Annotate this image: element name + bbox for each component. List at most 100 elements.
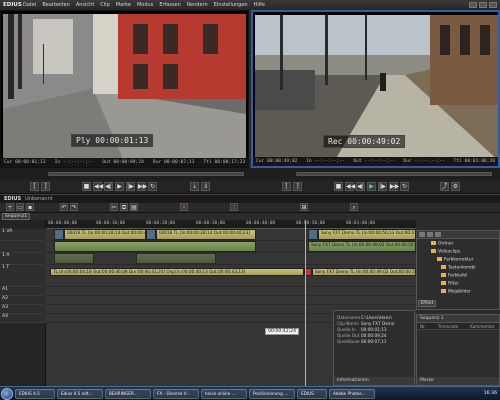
clip-video[interactable]: 00018 TL [In:00:00:28;14 Out:00:00:40;23… [156, 229, 256, 240]
play-icon[interactable]: ▶ [115, 182, 124, 191]
open-icon[interactable]: ▭ [16, 203, 24, 211]
bin-folder[interactable]: Videoclips [431, 249, 460, 255]
column-header[interactable]: Kommentar [470, 323, 494, 329]
track-header-1va-audio[interactable] [0, 241, 46, 253]
split-icon[interactable]: ⫶ [230, 203, 238, 211]
clip-audio[interactable] [54, 241, 256, 252]
taskbar-item[interactable]: BEHRINGER... [105, 388, 151, 399]
clip-audio[interactable] [54, 253, 94, 264]
clip-title[interactable]: TL [In:00:00:04;18 Out:00:00:46;08 Dur:0… [50, 268, 304, 276]
menu-item-ansicht[interactable]: Ansicht [73, 2, 97, 8]
bin-folder[interactable]: Tastenkombi [441, 265, 476, 271]
redo-icon[interactable]: ↷ [70, 203, 78, 211]
bin-search-icon[interactable] [427, 232, 433, 237]
track-header-a4[interactable]: A4 [0, 314, 46, 323]
taskbar: EDIUS 4.5 Edius 4.5 odt... BEHRINGER... … [0, 386, 500, 400]
bin-folder[interactable]: Ordner [431, 241, 453, 247]
rec-step-forward-icon[interactable]: |▶ [378, 182, 387, 191]
insert-icon[interactable]: ⇣ [190, 182, 199, 191]
overwrite-icon[interactable]: ⇓ [201, 182, 210, 191]
rec-play-icon[interactable]: ▶ [367, 182, 376, 191]
bin-folder[interactable]: Mojabilder [441, 289, 471, 295]
column-header[interactable]: Timecode [438, 323, 458, 329]
bin-folder[interactable]: Filter [441, 281, 459, 287]
rec-step-back-icon[interactable]: ◀| [356, 182, 365, 191]
menu-item-modus[interactable]: Modus [134, 2, 156, 8]
track-header-a2[interactable]: A2 [0, 296, 46, 305]
bin-folder[interactable]: Farbkorrektur [437, 257, 473, 263]
taskbar-item[interactable]: Edius 4.5 odt... [57, 388, 103, 399]
menu-item-hilfe[interactable]: Hilfe [251, 2, 268, 8]
menu-item-einstellungen[interactable]: Einstellungen [211, 2, 251, 8]
bin-folder[interactable]: Farbtafel [441, 273, 467, 279]
column-header[interactable]: Nr. [420, 323, 426, 329]
taskbar-item[interactable]: Positionierung ... [249, 388, 295, 399]
track-header-1a[interactable]: 1 A [0, 253, 46, 265]
taskbar-item[interactable]: Adobe Photos... [329, 388, 375, 399]
rec-set-in-button[interactable]: [ [282, 182, 291, 191]
close-button[interactable] [489, 2, 497, 8]
clip-video[interactable]: 00019 TL [In:00:00:28;14 Out:00:00:40;13… [64, 229, 146, 240]
clip-thumbnail[interactable] [54, 229, 64, 240]
copy-icon[interactable]: ⧉ [120, 203, 128, 211]
clip-title[interactable]: Sony FX7 Demo TL [In:00:00:49;02 Out:00:… [312, 268, 416, 276]
loop-icon[interactable]: ↻ [148, 182, 157, 191]
set-in-button[interactable]: [ [30, 182, 39, 191]
playhead[interactable] [305, 220, 306, 386]
rec-set-out-button[interactable]: ] [293, 182, 302, 191]
maximize-button[interactable] [479, 2, 487, 8]
clip-audio[interactable]: Sony FX7 Demo TL [In:00:00:49;02 Out:00:… [308, 241, 416, 252]
set-out-button[interactable]: ] [41, 182, 50, 191]
rewind-icon[interactable]: ◀◀ [93, 182, 103, 191]
clip-thumbnail[interactable] [146, 229, 156, 240]
menu-item-marke[interactable]: Marke [113, 2, 134, 8]
timeline-ruler[interactable]: 00:00:00;00 00:00:10;00 00:00:20;00 00:0… [46, 220, 416, 229]
taskbar-item[interactable]: EDIUS 4.5 [15, 388, 55, 399]
tab-marke[interactable]: Marke [417, 377, 499, 385]
track-header-a3[interactable]: A3 [0, 305, 46, 314]
taskbar-item[interactable]: FX - Diverse V... [153, 388, 199, 399]
recorder-scrub-slider[interactable] [296, 172, 492, 176]
bin-view-icon[interactable] [435, 232, 441, 237]
taskbar-item[interactable]: EDIUS [297, 388, 327, 399]
rec-stop-icon[interactable]: ■ [334, 182, 343, 191]
menu-item-clip[interactable]: Clip [97, 2, 112, 8]
export-icon[interactable]: ⤴ [440, 182, 449, 191]
rec-fast-forward-icon[interactable]: ▶▶ [389, 182, 399, 191]
taskbar-item[interactable]: heise online ... [201, 388, 247, 399]
tab-effect[interactable]: Effekt [418, 300, 436, 307]
menu-item-erfassen[interactable]: Erfassen [156, 2, 184, 8]
tab-sequence[interactable]: Sequenz1 [2, 213, 30, 220]
rec-loop-icon[interactable]: ↻ [400, 182, 409, 191]
tab-informationen[interactable]: Informationen [334, 377, 414, 385]
save-icon[interactable]: ▪ [26, 203, 34, 211]
start-button[interactable] [1, 387, 13, 400]
track-header-1va[interactable]: 1 VA [0, 229, 46, 241]
minimize-button[interactable] [469, 2, 477, 8]
player-scrub-slider[interactable] [48, 172, 244, 176]
paste-icon[interactable]: ▤ [130, 203, 138, 211]
clip-thumbnail[interactable] [308, 229, 318, 240]
rec-rewind-icon[interactable]: ◀◀ [345, 182, 355, 191]
cut-icon[interactable]: ✂ [110, 203, 118, 211]
fast-forward-icon[interactable]: ▶▶ [137, 182, 147, 191]
undo-icon[interactable]: ↶ [60, 203, 68, 211]
menu-item-datei[interactable]: Datei [20, 2, 39, 8]
menu-item-rendern[interactable]: Rendern [184, 2, 211, 8]
delete-icon[interactable]: ✕ [180, 203, 188, 211]
recorder-monitor[interactable]: Rec 00:00:49:02 Cur 00:00:49;02 In --:--… [251, 10, 500, 168]
bin-folder-icon[interactable] [419, 232, 425, 237]
snap-icon[interactable]: ⊞ [300, 203, 308, 211]
new-sequence-icon[interactable]: + [6, 203, 14, 211]
step-forward-icon[interactable]: |▶ [126, 182, 135, 191]
zoom-icon[interactable]: ⌕ [350, 203, 358, 211]
clip-audio[interactable] [136, 253, 216, 264]
menu-item-bearbeiten[interactable]: Bearbeiten [39, 2, 72, 8]
track-header-a1[interactable]: A1 [0, 287, 46, 296]
track-header-1t[interactable]: 1 T [0, 265, 46, 287]
player-monitor[interactable]: Ply 00:00:01:13 Cur 00:00:01;13 In --:--… [0, 10, 249, 168]
render-icon[interactable]: ⚙ [451, 182, 460, 191]
clip-video[interactable]: Sony FX7 Demo TL [In:00:00:50;13 Out:00:… [318, 229, 416, 240]
step-back-icon[interactable]: ◀| [104, 182, 113, 191]
stop-icon[interactable]: ■ [82, 182, 91, 191]
